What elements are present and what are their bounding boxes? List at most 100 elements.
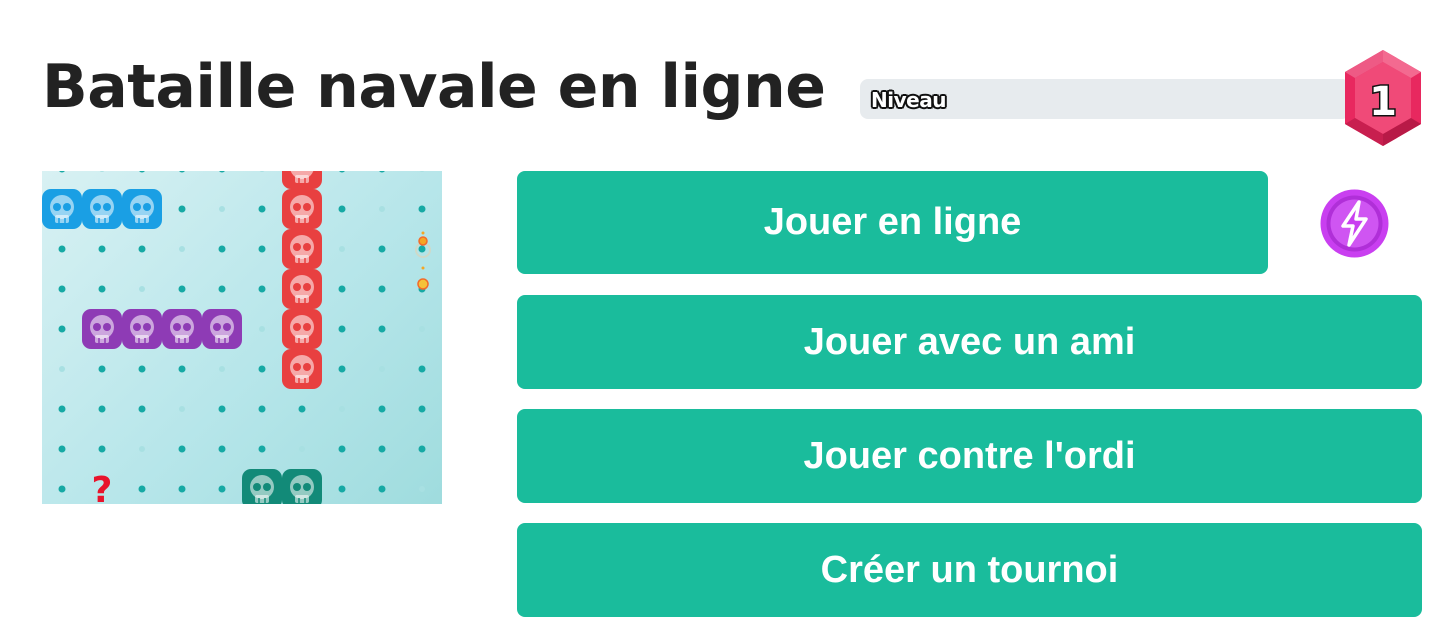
grid-dot	[138, 405, 146, 413]
grid-dot	[418, 445, 426, 453]
skull-icon	[202, 309, 242, 349]
skull-icon	[282, 469, 322, 504]
create-tournament-button[interactable]: Créer un tournoi	[517, 523, 1422, 617]
grid-dot	[138, 365, 146, 373]
grid-dot	[179, 406, 185, 412]
grid-dot	[419, 486, 425, 492]
grid-dot	[58, 445, 66, 453]
grid-dot	[258, 445, 266, 453]
grid-dot	[218, 405, 226, 413]
grid-dot	[98, 365, 106, 373]
grid-dot	[178, 285, 186, 293]
grid-dot	[98, 285, 106, 293]
skull-icon	[282, 229, 322, 269]
grid-dot	[218, 285, 226, 293]
grid-dot	[258, 205, 266, 213]
grid-dot	[338, 485, 346, 493]
grid-dot	[338, 325, 346, 333]
grid-dot	[58, 325, 66, 333]
grid-dot	[338, 285, 346, 293]
grid-dot	[379, 171, 385, 173]
shot-trail-icon	[415, 231, 431, 290]
grid-dot	[418, 405, 426, 413]
grid-dot	[419, 326, 425, 332]
grid-dot	[98, 405, 106, 413]
grid-dot	[339, 171, 345, 173]
game-board-preview: ?	[42, 171, 442, 504]
grid-dot	[138, 485, 146, 493]
skull-icon	[282, 171, 322, 189]
skull-icon	[282, 269, 322, 309]
grid-dot	[178, 365, 186, 373]
grid-dot	[419, 171, 425, 172]
grid-dot	[98, 445, 106, 453]
grid-dot	[338, 205, 346, 213]
grid-dot	[58, 285, 66, 293]
grid-dot	[378, 325, 386, 333]
level-label: Niveau	[871, 88, 946, 112]
grid-dot	[418, 205, 426, 213]
grid-dot	[219, 171, 225, 173]
grid-dot	[139, 446, 145, 452]
level-progress-bar: Niveau	[860, 79, 1350, 119]
grid-dot	[178, 205, 186, 213]
grid-dot	[218, 445, 226, 453]
grid-dot	[378, 405, 386, 413]
grid-dot	[58, 245, 66, 253]
grid-dot	[219, 366, 225, 372]
skull-icon	[122, 309, 162, 349]
grid-dot	[259, 326, 265, 332]
skull-icon	[282, 189, 322, 229]
grid-dot	[258, 245, 266, 253]
page-title: Bataille navale en ligne	[42, 52, 826, 122]
battleship-grid: ?	[42, 171, 431, 504]
lightning-icon[interactable]	[1319, 188, 1390, 259]
grid-dot	[98, 245, 106, 253]
grid-dot	[299, 446, 305, 452]
grid-dot	[99, 171, 105, 172]
grid-dot	[58, 485, 66, 493]
grid-dot	[258, 405, 266, 413]
grid-dot	[59, 171, 65, 173]
grid-dot	[378, 445, 386, 453]
skull-icon	[162, 309, 202, 349]
grid-dot	[418, 365, 426, 373]
grid-dot	[379, 206, 385, 212]
grid-dot	[139, 171, 145, 173]
play-vs-computer-button[interactable]: Jouer contre l'ordi	[517, 409, 1422, 503]
grid-dot	[138, 245, 146, 253]
unknown-cell-marker: ?	[92, 470, 113, 504]
grid-dot	[339, 246, 345, 252]
grid-dot	[418, 245, 426, 253]
grid-dot	[139, 286, 145, 292]
skull-icon	[282, 349, 322, 389]
grid-dot	[338, 445, 346, 453]
grid-dot	[298, 405, 306, 413]
grid-dot	[178, 445, 186, 453]
play-online-button[interactable]: Jouer en ligne	[517, 171, 1268, 274]
skull-icon	[82, 309, 122, 349]
grid-dot	[338, 365, 346, 373]
skull-icon	[122, 189, 162, 229]
grid-dot	[339, 406, 345, 412]
grid-dot	[219, 206, 225, 212]
grid-dot	[259, 171, 265, 172]
grid-dot	[179, 171, 185, 173]
skull-icon	[42, 189, 82, 229]
grid-dot	[379, 366, 385, 372]
grid-dot	[179, 246, 185, 252]
grid-dot	[178, 485, 186, 493]
grid-dot	[58, 405, 66, 413]
skull-icon	[242, 469, 282, 504]
skull-icon	[282, 309, 322, 349]
grid-dot	[378, 485, 386, 493]
skull-icon	[82, 189, 122, 229]
grid-dot	[59, 366, 65, 372]
level-number: 1	[1369, 79, 1397, 125]
grid-dot	[258, 365, 266, 373]
grid-dot	[218, 485, 226, 493]
grid-dot	[378, 245, 386, 253]
play-with-friend-button[interactable]: Jouer avec un ami	[517, 295, 1422, 389]
grid-dot	[258, 285, 266, 293]
grid-dot	[218, 245, 226, 253]
